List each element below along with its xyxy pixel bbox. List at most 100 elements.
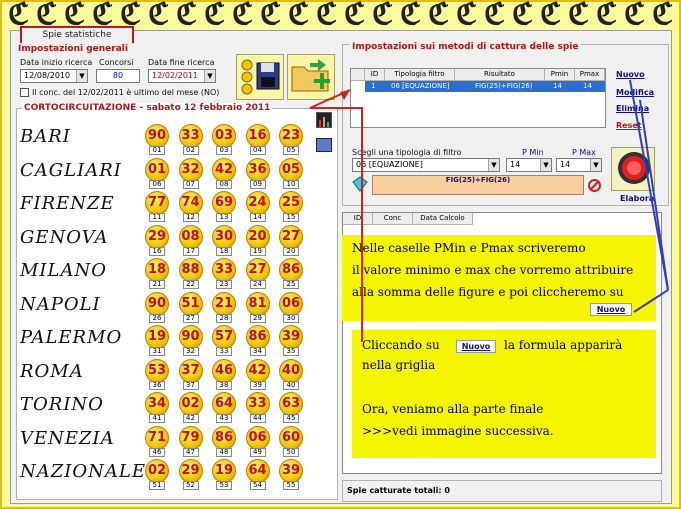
city-name: FIRENZE	[20, 193, 115, 214]
ball-index: 07	[182, 179, 199, 189]
row-id: 1	[371, 82, 376, 90]
import-button[interactable]	[287, 54, 335, 100]
lottery-ball: 71	[145, 425, 169, 450]
row-result: FIG(25)+FIG(26)	[475, 82, 533, 90]
status-bar: Spie catturate totali: 0	[342, 480, 662, 502]
lottery-ball: 42	[245, 358, 270, 383]
delete-link[interactable]: Elimina	[616, 104, 649, 113]
chevron-down-icon: ▼	[540, 159, 551, 171]
lottery-ball: 79	[178, 425, 203, 450]
ball-index: 55	[283, 481, 299, 490]
ball-index: 36	[149, 380, 165, 390]
row-type: 06 [EQUAZIONE]	[391, 82, 450, 90]
tab-spie-statistiche[interactable]: Spie statistiche	[20, 26, 134, 43]
pmax-select[interactable]: 14 ▼	[556, 158, 602, 172]
ball-index: 27	[182, 313, 199, 323]
ball-index: 44	[249, 414, 266, 423]
ball-index: 49	[249, 447, 266, 457]
lottery-ball: 36	[245, 157, 270, 182]
lottery-ball: 86	[279, 258, 303, 282]
chart-icon[interactable]	[316, 112, 332, 128]
ball-index: 12	[182, 213, 199, 222]
ball-index: 40	[283, 380, 299, 390]
ball-index: 45	[283, 414, 299, 423]
lottery-ball: 29	[145, 224, 169, 249]
lottery-ball: 74	[178, 191, 203, 215]
ball-index: 17	[182, 246, 199, 256]
ball-index: 52	[182, 481, 199, 490]
city-name: ROMA	[20, 360, 84, 382]
lottery-ball: 60	[279, 425, 303, 450]
lottery-ball: 33	[245, 392, 270, 416]
filter-label: Scegli una tipologia di filtro	[352, 148, 462, 157]
spiral-ring-icon: ℭ	[288, 0, 310, 32]
ball-index: 29	[249, 313, 266, 323]
new-link[interactable]: Nuovo	[616, 70, 645, 79]
ball-index: 47	[182, 447, 199, 457]
city-name: MILANO	[20, 260, 107, 281]
city-name: NAZIONALE	[20, 461, 146, 482]
filter-select[interactable]: 06 [EQUAZIONE] ▼	[352, 158, 500, 172]
note-step-2: Cliccando su Nuovo la formula apparirà n…	[352, 330, 656, 458]
last-of-month-checkbox[interactable]	[20, 88, 29, 97]
reset-link[interactable]: Reset	[616, 121, 642, 130]
grid-header-id: ID	[365, 69, 385, 81]
table-row[interactable]: 1 06 [EQUAZIONE] FIG(25)+FIG(26) 14 14	[365, 81, 605, 92]
save-button[interactable]	[236, 54, 284, 100]
ball-index: 01	[149, 146, 165, 155]
lottery-ball: 86	[212, 425, 236, 450]
lottery-ball: 02	[178, 392, 203, 416]
city-name: BARI	[20, 126, 71, 147]
ball-index: 19	[249, 246, 266, 256]
lottery-ball: 05	[279, 157, 303, 182]
lottery-ball: 08	[178, 224, 203, 249]
edit-link[interactable]: Modifica	[616, 88, 654, 97]
ball-index: 32	[182, 347, 199, 356]
lottery-ball: 39	[279, 459, 303, 483]
lottery-ball: 20	[245, 224, 270, 249]
lottery-ball: 86	[245, 325, 270, 349]
ball-index: 38	[216, 380, 232, 390]
grid-header-blank	[351, 69, 365, 81]
end-date-select[interactable]: 12/02/2011 ▼	[148, 69, 216, 83]
spiral-ring-icon: ℭ	[540, 0, 562, 32]
diamond-icon	[352, 176, 368, 192]
note-2-line-1a: Cliccando su	[362, 338, 440, 352]
cancel-icon[interactable]	[588, 177, 601, 192]
lottery-ball: 33	[212, 258, 236, 282]
ball-index: 48	[216, 447, 232, 457]
grid-header-pmin: Pmin	[545, 69, 575, 81]
row-pmin: 14	[553, 82, 562, 90]
elabora-button[interactable]	[611, 147, 655, 191]
results-header-date: Data Calcolo	[413, 213, 473, 225]
lottery-ball: 69	[212, 191, 236, 215]
ball-index: 18	[216, 246, 232, 256]
lottery-ball: 19	[145, 325, 169, 349]
lottery-ball: 51	[178, 291, 203, 316]
lottery-ball: 32	[178, 157, 203, 182]
spiral-ring-icon: ℭ	[204, 0, 226, 32]
grid-header-result: Risultato	[455, 69, 545, 81]
chevron-down-icon: ▼	[590, 159, 601, 171]
pmin-select[interactable]: 14 ▼	[506, 158, 552, 172]
ball-index: 10	[283, 179, 299, 189]
draws-input[interactable]: 80	[96, 69, 140, 83]
start-date-label: Data inizio ricerca	[20, 58, 93, 67]
spiral-ring-icon: ℭ	[596, 0, 618, 32]
folder-plus-icon	[291, 59, 330, 92]
ball-index: 21	[149, 280, 165, 289]
lottery-ball: 77	[145, 191, 169, 215]
note-1-line-2: il valore minimo e max che vorremo attri…	[352, 263, 634, 277]
spiral-ring-icon: ℭ	[64, 0, 86, 32]
lottery-ball: 46	[212, 358, 236, 383]
methods-title: Impostazioni sui metodi di cattura delle…	[350, 42, 581, 52]
chevron-down-icon: ▼	[204, 70, 215, 82]
city-name: VENEZIA	[20, 427, 115, 449]
document-icon[interactable]	[316, 138, 332, 152]
start-date-select[interactable]: 12/08/2010 ▼	[20, 69, 88, 83]
ball-index: 35	[283, 347, 299, 356]
lottery-ball: 90	[178, 325, 203, 349]
ball-index: 08	[216, 179, 232, 189]
lottery-ball: 81	[245, 291, 270, 316]
last-of-month-label: Il conc. del 12/02/2011 è ultimo del mes…	[32, 88, 220, 97]
